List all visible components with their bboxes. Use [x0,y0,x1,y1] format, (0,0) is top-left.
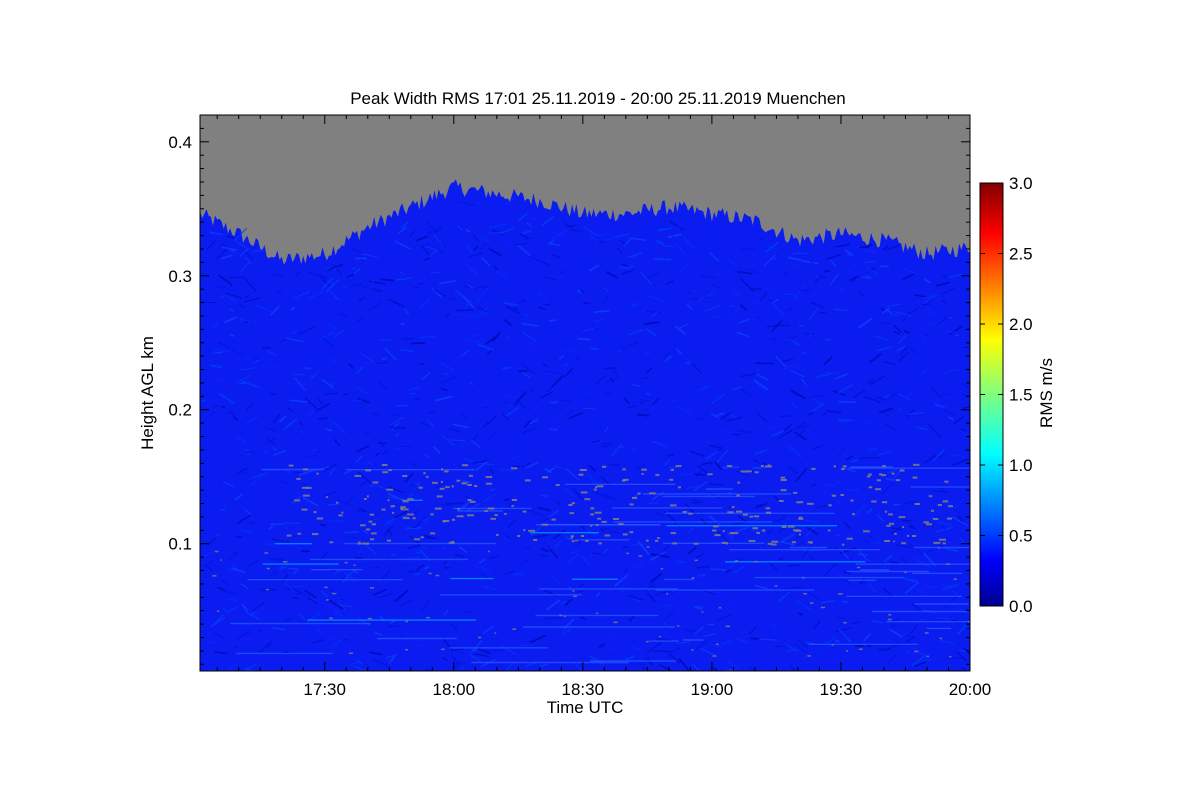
colorbar-label: RMS m/s [1037,358,1056,428]
y-tick-label: 0.3 [168,267,192,286]
colorbar-tick-label: 3.0 [1009,174,1033,193]
heatmap-chart: Peak Width RMS 17:01 25.11.2019 - 20:00 … [0,0,1200,800]
colorbar-tick-label: 0.5 [1009,527,1033,546]
colorbar: 0.0 0.5 1.0 1.5 2.0 2.5 3.0 RMS m/s [980,174,1056,616]
x-tick-label: 18:00 [433,680,476,699]
x-tick-label: 20:00 [949,680,992,699]
colorbar-tick-label: 0.0 [1009,597,1033,616]
chart-container: Peak Width RMS 17:01 25.11.2019 - 20:00 … [0,0,1200,800]
x-tick-label: 19:30 [820,680,863,699]
plot-area [200,115,1028,678]
colorbar-tick-label: 1.5 [1009,386,1033,405]
y-tick-label: 0.1 [168,535,192,554]
chart-title: Peak Width RMS 17:01 25.11.2019 - 20:00 … [350,89,846,108]
colorbar-tick-label: 2.0 [1009,315,1033,334]
x-tick-label: 18:30 [562,680,605,699]
x-axis-label: Time UTC [547,698,624,717]
y-axis-label: Height AGL km [138,336,157,450]
y-tick-label: 0.2 [168,401,192,420]
colorbar-tick-label: 2.5 [1009,245,1033,264]
x-tick-label: 19:00 [691,680,734,699]
colorbar-tick-label: 1.0 [1009,456,1033,475]
x-tick-label: 17:30 [303,680,346,699]
y-tick-label: 0.4 [168,133,192,152]
